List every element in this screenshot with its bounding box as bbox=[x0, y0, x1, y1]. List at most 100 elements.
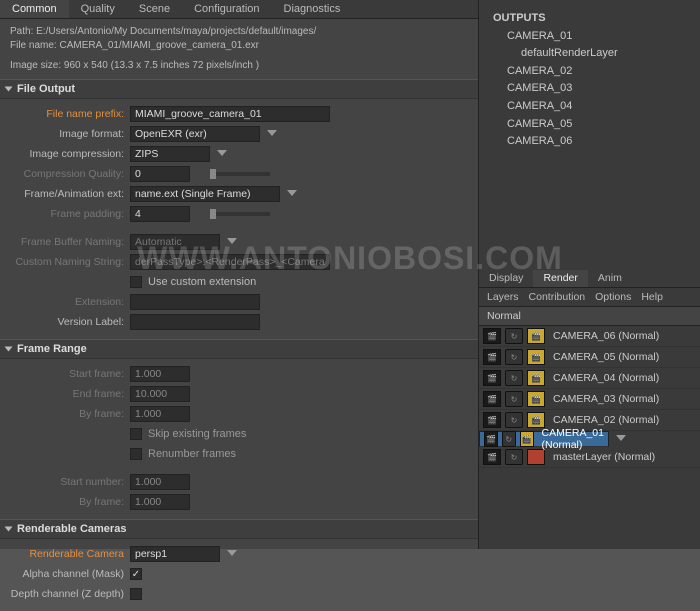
layer-state-icon[interactable] bbox=[527, 449, 545, 465]
start-number-label: Start number: bbox=[0, 476, 130, 488]
layer-state-icon[interactable]: 🎬 bbox=[527, 391, 545, 407]
frame-padding-slider[interactable] bbox=[210, 212, 270, 216]
clapper-icon[interactable]: 🎬 bbox=[484, 431, 498, 447]
render-layers-list: 🎬↻🎬CAMERA_06 (Normal)🎬↻🎬CAMERA_05 (Norma… bbox=[479, 326, 700, 549]
tab-render[interactable]: Render bbox=[533, 270, 587, 287]
prefix-input[interactable] bbox=[130, 106, 330, 122]
use-custom-ext-checkbox[interactable] bbox=[130, 276, 142, 288]
custom-naming-input bbox=[130, 254, 330, 270]
outputs-item[interactable]: CAMERA_01 bbox=[493, 28, 686, 46]
tab-common[interactable]: Common bbox=[0, 0, 69, 18]
top-tabs: Common Quality Scene Configuration Diagn… bbox=[0, 0, 478, 19]
layer-name: CAMERA_05 (Normal) bbox=[549, 351, 696, 363]
refresh-icon[interactable]: ↻ bbox=[505, 449, 523, 465]
section-frame-range[interactable]: Frame Range bbox=[0, 339, 478, 359]
depth-checkbox[interactable] bbox=[130, 588, 142, 600]
info-block: Path: E:/Users/Antonio/My Documents/maya… bbox=[0, 19, 478, 79]
refresh-icon[interactable]: ↻ bbox=[505, 391, 523, 407]
layer-row[interactable]: 🎬↻🎬CAMERA_03 (Normal) bbox=[479, 389, 700, 410]
layer-state-icon[interactable]: 🎬 bbox=[520, 431, 534, 447]
refresh-icon[interactable]: ↻ bbox=[505, 328, 523, 344]
blend-mode-label[interactable]: Normal bbox=[479, 307, 700, 326]
layer-row[interactable]: 🎬↻🎬CAMERA_01 (Normal) bbox=[479, 431, 609, 447]
clapper-icon[interactable]: 🎬 bbox=[483, 412, 501, 428]
layer-state-icon[interactable]: 🎬 bbox=[527, 412, 545, 428]
file-value: CAMERA_01/MIAMI_groove_camera_01.exr bbox=[59, 40, 259, 51]
refresh-icon[interactable]: ↻ bbox=[505, 412, 523, 428]
refresh-icon[interactable]: ↻ bbox=[505, 370, 523, 386]
use-custom-ext-label: Use custom extension bbox=[148, 276, 256, 288]
comp-quality-slider[interactable] bbox=[210, 172, 270, 176]
start-frame-input bbox=[130, 366, 190, 382]
frame-ext-select[interactable]: name.ext (Single Frame) bbox=[130, 186, 280, 202]
start-frame-label: Start frame: bbox=[0, 368, 130, 380]
frame-ext-label: Frame/Animation ext: bbox=[0, 188, 130, 200]
frame-padding-input[interactable] bbox=[130, 206, 190, 222]
version-label: Version Label: bbox=[0, 316, 130, 328]
outputs-item[interactable]: CAMERA_04 bbox=[493, 98, 686, 116]
menu-help[interactable]: Help bbox=[641, 291, 663, 303]
path-value: E:/Users/Antonio/My Documents/maya/proje… bbox=[36, 26, 316, 37]
outputs-item[interactable]: CAMERA_06 bbox=[493, 133, 686, 151]
chevron-down-icon bbox=[5, 527, 13, 532]
renumber-frames-checkbox[interactable] bbox=[130, 448, 142, 460]
version-input[interactable] bbox=[130, 314, 260, 330]
renderable-camera-label: Renderable Camera bbox=[0, 548, 130, 560]
end-frame-input bbox=[130, 386, 190, 402]
outputs-title: OUTPUTS bbox=[493, 10, 686, 28]
by-frame2-label: By frame: bbox=[0, 496, 130, 508]
layer-name: masterLayer (Normal) bbox=[549, 451, 696, 463]
outputs-item[interactable]: CAMERA_05 bbox=[493, 116, 686, 134]
by-frame-label: By frame: bbox=[0, 408, 130, 420]
menu-options[interactable]: Options bbox=[595, 291, 631, 303]
clapper-icon[interactable]: 🎬 bbox=[483, 449, 501, 465]
tab-configuration[interactable]: Configuration bbox=[182, 0, 271, 18]
clapper-icon[interactable]: 🎬 bbox=[483, 370, 501, 386]
outputs-item[interactable]: CAMERA_03 bbox=[493, 80, 686, 98]
image-size-line: Image size: 960 x 540 (13.3 x 7.5 inches… bbox=[10, 59, 468, 73]
extension-label: Extension: bbox=[0, 296, 130, 308]
depth-label: Depth channel (Z depth) bbox=[0, 588, 130, 600]
clapper-icon[interactable]: 🎬 bbox=[483, 391, 501, 407]
layer-name: CAMERA_04 (Normal) bbox=[549, 372, 696, 384]
menu-contribution[interactable]: Contribution bbox=[529, 291, 586, 303]
custom-naming-label: Custom Naming String: bbox=[0, 256, 130, 268]
tab-display[interactable]: Display bbox=[479, 270, 533, 287]
skip-frames-label: Skip existing frames bbox=[148, 428, 246, 440]
frame-buffer-select: Automatic bbox=[130, 234, 220, 250]
outputs-item[interactable]: defaultRenderLayer bbox=[493, 45, 686, 63]
layer-row[interactable]: 🎬↻🎬CAMERA_06 (Normal) bbox=[479, 326, 700, 347]
refresh-icon[interactable]: ↻ bbox=[502, 431, 516, 447]
right-tabs: Display Render Anim bbox=[479, 270, 700, 288]
comp-quality-input[interactable] bbox=[130, 166, 190, 182]
layer-name: CAMERA_01 (Normal) bbox=[538, 427, 604, 451]
renderable-camera-select[interactable]: persp1 bbox=[130, 546, 220, 562]
by-frame-input bbox=[130, 406, 190, 422]
image-format-select[interactable]: OpenEXR (exr) bbox=[130, 126, 260, 142]
layer-row[interactable]: 🎬↻🎬 CAMERA_04 (Normal) bbox=[479, 368, 700, 389]
tab-diagnostics[interactable]: Diagnostics bbox=[272, 0, 353, 18]
refresh-icon[interactable]: ↻ bbox=[505, 349, 523, 365]
frame-padding-label: Frame padding: bbox=[0, 208, 130, 220]
frame-buffer-label: Frame Buffer Naming: bbox=[0, 236, 130, 248]
compression-label: Image compression: bbox=[0, 148, 130, 160]
menu-layers[interactable]: Layers bbox=[487, 291, 519, 303]
tab-anim[interactable]: Anim bbox=[588, 270, 632, 287]
layer-state-icon[interactable]: 🎬 bbox=[527, 370, 545, 386]
tab-scene[interactable]: Scene bbox=[127, 0, 182, 18]
section-renderable-cameras[interactable]: Renderable Cameras bbox=[0, 519, 478, 539]
compression-select[interactable]: ZIPS bbox=[130, 146, 210, 162]
skip-frames-checkbox[interactable] bbox=[130, 428, 142, 440]
clapper-icon[interactable]: 🎬 bbox=[483, 328, 501, 344]
outputs-panel: OUTPUTS CAMERA_01 defaultRenderLayer CAM… bbox=[479, 0, 700, 170]
tab-quality[interactable]: Quality bbox=[69, 0, 127, 18]
outputs-item[interactable]: CAMERA_02 bbox=[493, 63, 686, 81]
layer-row[interactable]: 🎬↻🎬 CAMERA_05 (Normal) bbox=[479, 347, 700, 368]
section-file-output[interactable]: File Output bbox=[0, 79, 478, 99]
clapper-icon[interactable]: 🎬 bbox=[483, 349, 501, 365]
layer-state-icon[interactable]: 🎬 bbox=[527, 349, 545, 365]
alpha-label: Alpha channel (Mask) bbox=[0, 568, 130, 580]
comp-quality-label: Compression Quality: bbox=[0, 168, 130, 180]
layer-state-icon[interactable]: 🎬 bbox=[527, 328, 545, 344]
alpha-checkbox[interactable]: ✓ bbox=[130, 568, 142, 580]
